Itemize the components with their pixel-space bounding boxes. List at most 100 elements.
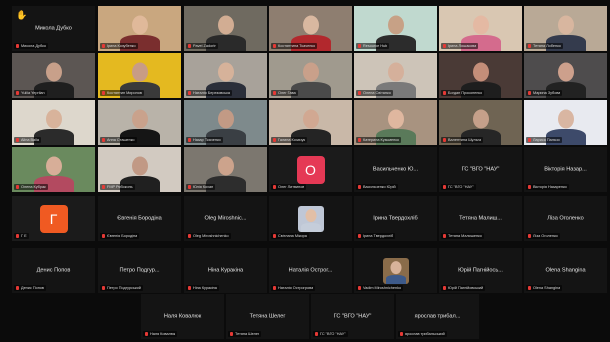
participant-tile[interactable]: Анна Сташенко: [98, 100, 181, 145]
muted-mic-icon: [102, 44, 105, 48]
participant-tile[interactable]: Костянтина Ткаченко: [269, 6, 352, 51]
participant-tile[interactable]: Olena Shangina Olena Shangina: [524, 248, 607, 293]
participant-display-name: Ірина Твердохліб: [373, 215, 418, 222]
participant-tile[interactable]: Тетяна Малиш... Тетяна Малишенко: [439, 196, 522, 241]
participant-tile[interactable]: ярослав трибал... ярослав трибальський: [396, 294, 479, 339]
participant-name-label: Костянтин Миронов: [107, 91, 142, 95]
person-head: [387, 15, 404, 35]
participant-name-label: Тетяна Шелег: [235, 332, 260, 336]
participant-tile[interactable]: Назар Ткаченко: [184, 100, 267, 145]
participant-tile[interactable]: Юрій Пагнійось... Юрій Пагнійовський: [439, 248, 522, 293]
participant-tile[interactable]: Вікторія Назар... Вікторія Назаренко: [524, 147, 607, 192]
participant-tile[interactable]: Alina Baila: [12, 100, 95, 145]
zoom-gallery-view: Микола Дубко ✋ Микола Дубко Ірина Козубенко…: [0, 0, 610, 342]
participant-tile[interactable]: Світлана Мікора: [269, 196, 352, 241]
participant-name-label: Наталія Березовська: [193, 91, 231, 95]
participant-display-name: Olena Shangina: [545, 267, 586, 274]
participant-tile[interactable]: Валентина Шульга: [439, 100, 522, 145]
participant-name-label: Тетяна Лобенко: [533, 44, 561, 48]
participant-tile[interactable]: Олена Світанко: [354, 53, 437, 98]
muted-mic-icon: [102, 286, 105, 290]
participant-tile[interactable]: Лариса Пальчо: [524, 100, 607, 145]
participant-tile[interactable]: Ліза Оголенко Ліза Оголенко: [524, 196, 607, 241]
participant-name-label: Олег Литвинов: [278, 185, 305, 189]
participant-tile[interactable]: Г Г Е: [12, 196, 95, 241]
participant-name-tag: ярослав трибальський: [398, 331, 447, 337]
participant-name-tag: Resource Hub: [356, 43, 390, 49]
participant-name-label: Vadim Mirоshnichenko: [363, 286, 402, 290]
participant-tile[interactable]: Pavel Zadorin: [184, 6, 267, 51]
participant-tile[interactable]: O Олег Литвинов: [269, 147, 352, 192]
participant-tile[interactable]: ГС "ВГО "НАУ" ГС "ВГО "НАУ": [311, 294, 394, 339]
participant-tile[interactable]: Костянтин Миронов: [98, 53, 181, 98]
participant-tile[interactable]: Yuliia Yeprilan: [12, 53, 95, 98]
participant-tile[interactable]: Євгенія Бородіна Євгенія Бородіна: [98, 196, 181, 241]
participant-display-name: Петро Подгур...: [119, 267, 160, 274]
muted-mic-icon: [16, 91, 19, 95]
participant-tile[interactable]: Ірина Лошакова: [439, 6, 522, 51]
participant-name-tag: Вікторія Назаренко: [526, 184, 569, 190]
muted-mic-icon: [443, 234, 446, 238]
participant-name-label: Назар Ткаченко: [193, 138, 221, 142]
muted-mic-icon: [358, 138, 361, 142]
participant-name-label: Ірина Козубенко: [107, 44, 136, 48]
person-head: [45, 156, 62, 176]
person-head: [472, 15, 489, 35]
muted-mic-icon: [443, 138, 446, 142]
participant-name-tag: Васильченко Юрій: [356, 184, 398, 190]
muted-mic-icon: [188, 44, 191, 48]
participant-tile[interactable]: Ніна Куракіна Ніна Куракіна: [184, 248, 267, 293]
person-head: [217, 62, 234, 82]
participant-name-label: Денис Попов: [21, 286, 44, 290]
participant-name-tag: Pavel Zadorin: [186, 43, 219, 49]
muted-mic-icon: [400, 332, 403, 336]
participant-name-tag: Vadim Mirоshnichenko: [356, 285, 404, 291]
participant-tile[interactable]: Тетяна Лобенко: [524, 6, 607, 51]
muted-mic-icon: [273, 91, 276, 95]
participant-tile[interactable]: Петро Подгур... Петро Подгурський: [98, 248, 181, 293]
muted-mic-icon: [528, 91, 531, 95]
person-head: [557, 15, 574, 35]
participant-tile[interactable]: Oleg Miroshnic... Oleg Miroshnichenko: [184, 196, 267, 241]
participant-tile[interactable]: Богдан Прокопенко: [439, 53, 522, 98]
person-head: [217, 15, 234, 35]
participant-name-tag: Олег Гава: [271, 90, 298, 96]
participant-tile[interactable]: FMP Рябоконь: [98, 147, 181, 192]
participant-name-label: Петро Подгурський: [107, 286, 141, 290]
participant-tile[interactable]: Наталія Березовська: [184, 53, 267, 98]
participant-name-tag: Юлія Кохан: [186, 184, 216, 190]
participant-name-label: Галина Козачук: [278, 138, 306, 142]
muted-mic-icon: [358, 234, 361, 238]
muted-mic-icon: [358, 91, 361, 95]
participant-tile[interactable]: Ірина Твердохліб Ірина Твердохліб: [354, 196, 437, 241]
participant-tile[interactable]: Тетяна Шелег Тетяна Шелег: [226, 294, 309, 339]
participant-tile[interactable]: Ірина Козубенко: [98, 6, 181, 51]
participant-tile[interactable]: Наля Ковалюк Наля Ковалюк: [141, 294, 224, 339]
person-head: [472, 62, 489, 82]
muted-mic-icon: [188, 185, 191, 189]
participant-tile[interactable]: Resource Hub: [354, 6, 437, 51]
participant-tile[interactable]: Катерина Кузьменко: [354, 100, 437, 145]
participant-tile[interactable]: Наталія Острог... Наталія Острогрова: [269, 248, 352, 293]
participant-tile[interactable]: Микола Дубко ✋ Микола Дубко: [12, 6, 95, 51]
participant-tile[interactable]: Галина Козачук: [269, 100, 352, 145]
participant-tile[interactable]: Юлія Кохан: [184, 147, 267, 192]
participant-tile[interactable]: ГС "ВГО "НАУ" ГС "ВГО "НАУ": [439, 147, 522, 192]
participant-name-label: Марина Зубова: [533, 91, 561, 95]
muted-mic-icon: [528, 234, 531, 238]
participant-tile[interactable]: Vadim Mirоshnichenko: [354, 248, 437, 293]
person-head: [387, 62, 404, 82]
participant-tile[interactable]: Денис Попов Денис Попов: [12, 248, 95, 293]
participant-tile[interactable]: Марина Зубова: [524, 53, 607, 98]
person-head: [302, 109, 319, 129]
participant-tile[interactable]: Олег Гава: [269, 53, 352, 98]
person-head: [387, 109, 404, 129]
participant-tile[interactable]: Васильченко Ю... Васильченко Юрій: [354, 147, 437, 192]
participant-tile[interactable]: Олена Кубрак: [12, 147, 95, 192]
participant-name-tag: Ліза Оголенко: [526, 233, 560, 239]
muted-mic-icon: [188, 286, 191, 290]
participant-name-tag: Назар Ткаченко: [186, 137, 223, 143]
participant-name-label: Resource Hub: [363, 44, 388, 48]
participant-display-name: Євгенія Бородіна: [117, 215, 162, 222]
muted-mic-icon: [16, 44, 19, 48]
